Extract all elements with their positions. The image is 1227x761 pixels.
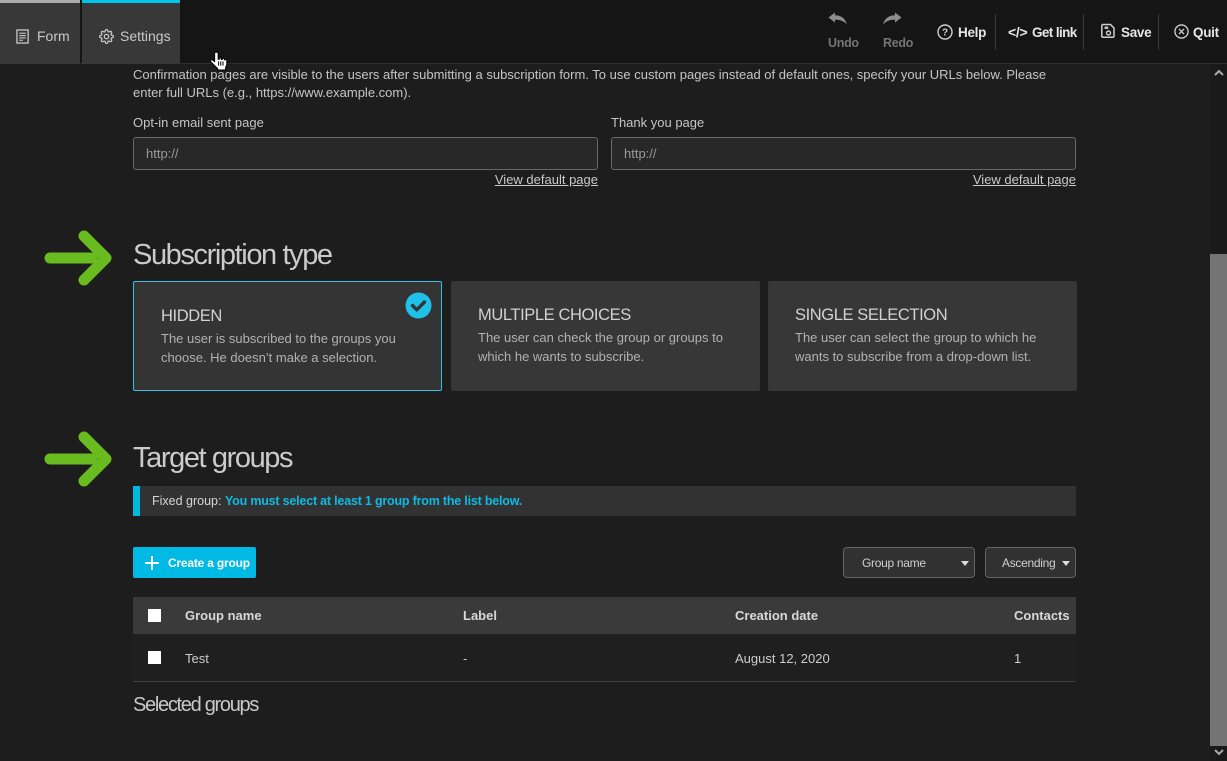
- svg-text:?: ?: [942, 28, 948, 39]
